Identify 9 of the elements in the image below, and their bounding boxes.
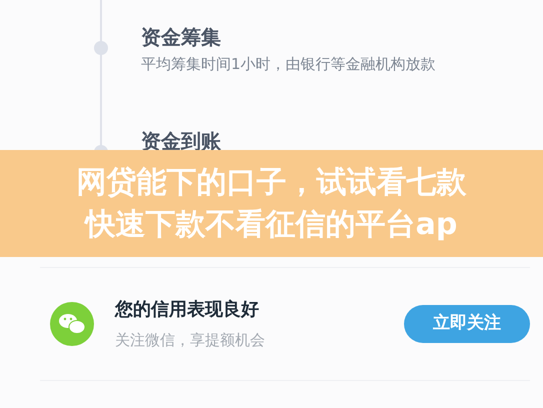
banner-text: 快速下款不看征信的平台ap xyxy=(86,206,458,244)
banner-text: 网贷能下的口子，试试看七款 xyxy=(76,164,466,202)
card-title: 您的信用表现良好 xyxy=(115,298,260,322)
card-subtitle: 关注微信，享提额机会 xyxy=(115,330,266,350)
step-title: 资金筹集 xyxy=(141,24,222,50)
step-description: 平均筹集时间1小时，由银行等金融机构放款 xyxy=(141,54,437,74)
step-title: 资金到账 xyxy=(141,128,222,154)
chat-icon xyxy=(50,302,94,346)
follow-button[interactable]: 立即关注 xyxy=(404,305,530,343)
